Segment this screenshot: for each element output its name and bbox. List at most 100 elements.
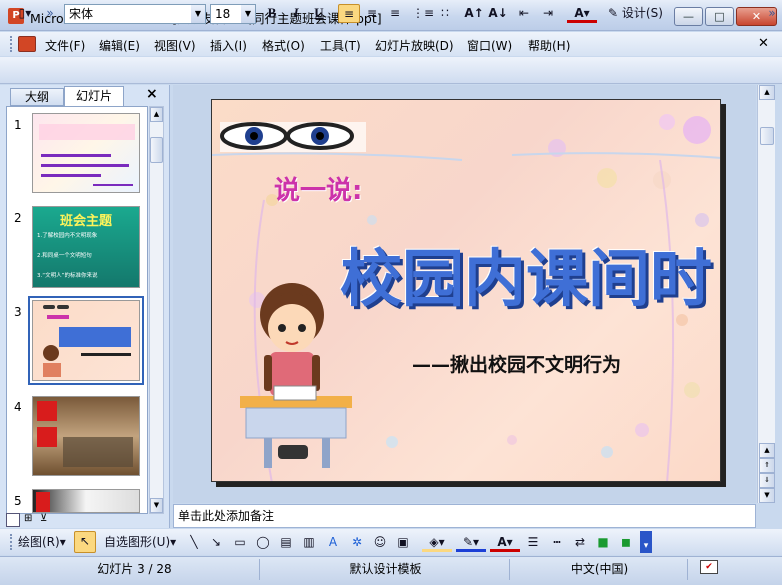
line-color-button[interactable]: ✎▾ — [456, 533, 486, 552]
minimize-button[interactable]: — — [674, 7, 703, 26]
tab-slides[interactable]: 幻灯片 — [64, 86, 124, 106]
menu-file[interactable]: 文件(F) — [45, 37, 85, 54]
slide-speaker-text[interactable]: 说一说: — [274, 170, 362, 207]
current-slide[interactable]: 说一说: 校园内课间时 ——揪出校园不文明行为 — [211, 99, 721, 482]
scroll-down-icon[interactable]: ▼ — [150, 498, 163, 513]
draw-menu-button[interactable]: 绘图(R)▾ — [18, 533, 72, 552]
increase-indent-icon[interactable]: ⇥ — [538, 4, 558, 23]
rectangle-icon[interactable]: ▭ — [231, 533, 249, 552]
shadow-style-icon[interactable]: ■ — [594, 533, 612, 552]
thumbnail-image — [36, 492, 50, 512]
menu-format[interactable]: 格式(O) — [262, 37, 305, 54]
scroll-up-icon[interactable]: ▲ — [150, 107, 163, 122]
3d-style-icon[interactable]: ◼ — [617, 533, 635, 552]
dash-style-icon[interactable]: ┅ — [548, 533, 566, 552]
slides-scrollbar[interactable]: ▲ ▼ — [149, 106, 164, 514]
menu-grip-icon[interactable] — [10, 36, 12, 52]
toolbar-overflow-icon[interactable]: ▾ — [640, 531, 652, 553]
increase-font-icon[interactable]: A↑ — [464, 4, 484, 23]
slide-thumbnail-4[interactable] — [32, 396, 140, 476]
arrow-icon[interactable]: ↘ — [208, 533, 224, 552]
menu-slideshow[interactable]: 幻灯片放映(D) — [375, 37, 454, 54]
previous-slide-icon[interactable]: ⇑ — [759, 458, 775, 473]
slide-subtitle[interactable]: ——揪出校园不文明行为 — [412, 350, 621, 377]
scroll-thumb[interactable] — [760, 127, 774, 145]
maximize-button[interactable]: □ — [705, 7, 734, 26]
slide-thumbnail-5[interactable] — [32, 489, 140, 513]
diagram-icon[interactable]: ✲ — [348, 533, 366, 552]
normal-view-icon[interactable] — [6, 513, 20, 527]
menu-window[interactable]: 窗口(W) — [467, 37, 512, 54]
menu-help[interactable]: 帮助(H) — [528, 37, 570, 54]
slide-number: 1 — [14, 118, 22, 132]
slide-number: 2 — [14, 211, 22, 225]
text-color-button[interactable]: A▾ — [490, 533, 520, 552]
thumbnail-text: 3.“文明人”的标准你来说 — [37, 273, 98, 279]
view-buttons: ⊞ ⊻ — [6, 513, 66, 528]
italic-button[interactable]: I — [286, 4, 306, 23]
picture-icon[interactable]: ▣ — [394, 533, 412, 552]
toolbar-overflow-icon[interactable]: » — [766, 4, 778, 23]
font-size-select[interactable]: 18 ▼ — [210, 4, 256, 24]
decrease-indent-icon[interactable]: ⇤ — [514, 4, 534, 23]
next-slide-icon[interactable]: ⇓ — [759, 473, 775, 488]
sorter-view-icon[interactable]: ⊞ — [24, 513, 38, 527]
new-document-icon[interactable]: ▯▾ — [10, 4, 40, 23]
spelling-check-icon[interactable]: ✔ — [700, 560, 718, 574]
slide-thumbnail-3[interactable] — [32, 300, 140, 381]
oval-icon[interactable]: ◯ — [254, 533, 272, 552]
slide-thumbnail-2[interactable]: 班会主题 1.了解校园内不文明现象 2.和同桌一个文明短句 3.“文明人”的标准… — [32, 206, 140, 288]
toolbar-options-icon[interactable]: » — [44, 4, 56, 23]
autoshapes-button[interactable]: 自选图形(U)▾ — [104, 533, 184, 552]
formatting-toolbar — [0, 57, 782, 84]
pane-close-icon[interactable]: × — [146, 86, 158, 102]
status-slide-info: 幻灯片 3 / 28 — [10, 559, 260, 580]
slide-number: 5 — [14, 494, 22, 508]
doc-close-icon[interactable]: ✕ — [758, 36, 769, 51]
bullets-icon[interactable]: ∷ — [435, 4, 455, 23]
thumbnail-image — [37, 401, 133, 467]
menu-tools[interactable]: 工具(T) — [320, 37, 361, 54]
bold-button[interactable]: B — [262, 4, 282, 23]
scroll-up-icon[interactable]: ▲ — [759, 85, 775, 100]
fill-color-button[interactable]: ◈▾ — [422, 533, 452, 552]
arrow-style-icon[interactable]: ⇄ — [571, 533, 589, 552]
underline-button[interactable]: U — [309, 4, 329, 23]
slide-number: 4 — [14, 400, 22, 414]
textbox-icon[interactable]: ▤ — [277, 533, 295, 552]
scroll-thumb[interactable] — [150, 137, 163, 163]
line-style-icon[interactable]: ☰ — [524, 533, 542, 552]
align-center-button[interactable]: ≡ — [362, 4, 382, 23]
align-right-button[interactable]: ≡ — [385, 4, 405, 23]
font-size-value: 18 — [215, 7, 231, 21]
slideshow-view-icon[interactable]: ⊻ — [40, 513, 54, 527]
chevron-down-icon[interactable]: ▼ — [241, 5, 255, 23]
menu-view[interactable]: 视图(V) — [154, 37, 196, 54]
tab-outline[interactable]: 大纲 — [10, 88, 64, 106]
slide-title[interactable]: 校园内课间时 — [340, 228, 712, 318]
notes-pane[interactable]: 单击此处添加备注 — [173, 504, 756, 528]
design-label: 设计(S) — [621, 6, 663, 20]
wordart-icon[interactable]: A — [324, 533, 342, 552]
chevron-down-icon[interactable]: ▼ — [191, 5, 205, 23]
design-button[interactable]: ✎ 设计(S) — [606, 4, 670, 23]
thumbnail-text: 1.了解校园内不文明现象 — [37, 233, 98, 239]
line-icon[interactable]: ╲ — [186, 533, 202, 552]
numbering-icon[interactable]: ⋮≡ — [412, 4, 434, 23]
font-name-select[interactable]: 宋体 ▼ — [64, 4, 206, 24]
editor-scrollbar[interactable]: ▲ ▲ ⇑ ⇓ ▼ — [757, 85, 775, 503]
select-pointer-icon[interactable]: ↖ — [74, 531, 96, 553]
font-color-button[interactable]: A▾ — [567, 4, 597, 23]
scroll-down-icon[interactable]: ▼ — [759, 488, 775, 503]
slide-thumbnail-1[interactable] — [32, 113, 140, 193]
clipart-icon[interactable]: ☺ — [371, 533, 389, 552]
vertical-textbox-icon[interactable]: ▥ — [300, 533, 318, 552]
font-color-label: A — [574, 6, 584, 20]
menu-insert[interactable]: 插入(I) — [210, 37, 247, 54]
scroll-up-icon[interactable]: ▲ — [759, 443, 775, 458]
document-icon[interactable] — [18, 36, 36, 52]
toolbar-grip-icon[interactable] — [10, 534, 12, 550]
decrease-font-icon[interactable]: A↓ — [488, 4, 508, 23]
menu-edit[interactable]: 编辑(E) — [99, 37, 140, 54]
align-left-button[interactable]: ≡ — [338, 4, 360, 23]
